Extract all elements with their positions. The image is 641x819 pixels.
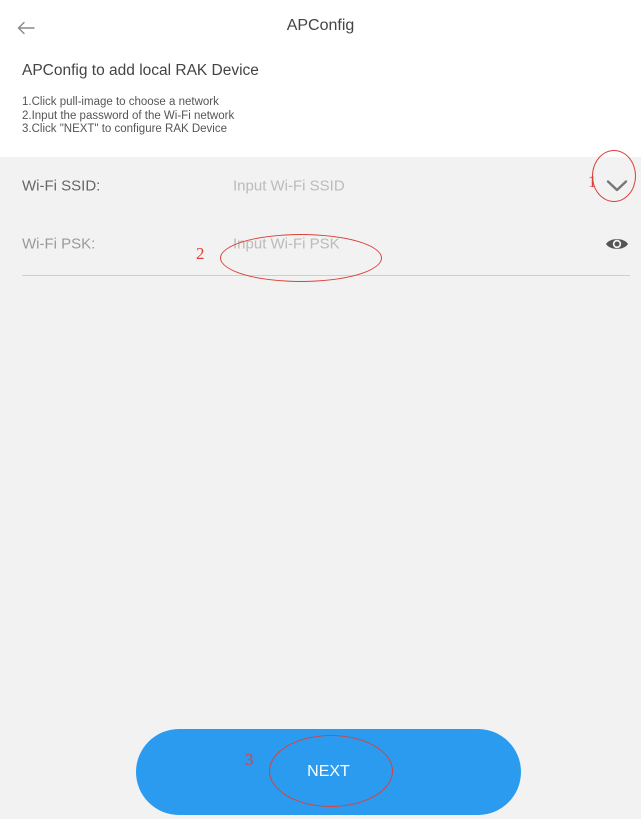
instruction-step-3: 3.Click "NEXT" to configure RAK Device <box>22 123 228 135</box>
intro-section: APConfig to add local RAK Device 1.Click… <box>0 56 641 157</box>
eye-icon <box>606 239 628 249</box>
annotation-circle-next <box>269 735 393 807</box>
page-title: APConfig <box>286 17 355 34</box>
annotation-circle-dropdown <box>592 150 636 202</box>
instruction-step-1: 1.Click pull-image to choose a network <box>22 96 219 108</box>
ssid-input[interactable] <box>233 177 493 195</box>
intro-title: APConfig to add local RAK Device <box>22 62 259 79</box>
ssid-label: Wi-Fi SSID: <box>22 177 101 195</box>
annotation-number-2: 2 <box>196 244 205 263</box>
instruction-steps: 1.Click pull-image to choose a network 2… <box>22 96 234 137</box>
instruction-step-2: 2.Input the password of the Wi-Fi networ… <box>22 109 235 122</box>
psk-label: Wi-Fi PSK: <box>22 235 96 253</box>
toggle-password-visibility-button[interactable] <box>604 233 630 255</box>
app-header: APConfig <box>0 0 641 56</box>
annotation-number-3: 3 <box>245 750 254 769</box>
annotation-circle-psk <box>220 234 382 282</box>
ssid-row: Wi-Fi SSID: <box>0 157 641 215</box>
